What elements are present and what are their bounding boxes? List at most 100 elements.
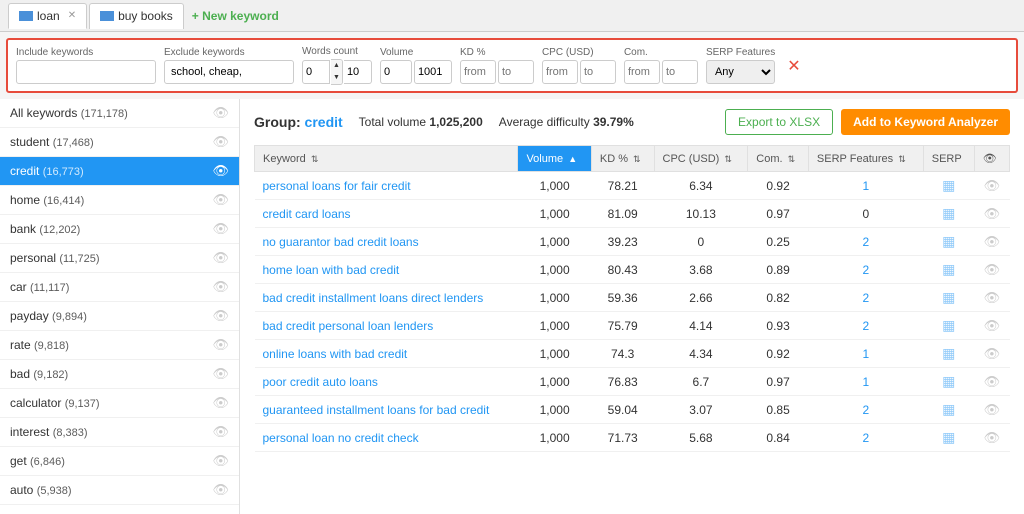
eye-icon[interactable]: 👁: [212, 279, 229, 295]
spinner-up[interactable]: ▲: [331, 60, 342, 72]
sidebar-item-auto[interactable]: auto (5,938) 👁: [0, 476, 239, 505]
serp-feature-count[interactable]: 2: [862, 291, 869, 305]
keyword-link[interactable]: poor credit auto loans: [263, 375, 378, 389]
export-button[interactable]: Export to XLSX: [725, 109, 833, 135]
eye-icon[interactable]: 👁: [212, 192, 229, 208]
col-volume[interactable]: Volume ▲: [518, 146, 591, 172]
cell-volume: 1,000: [518, 424, 591, 452]
row-eye-icon[interactable]: 👁: [984, 178, 1001, 193]
com-label: Com.: [624, 47, 698, 58]
kd-to[interactable]: [498, 60, 534, 84]
cell-serp-features: 2: [808, 256, 923, 284]
eye-icon[interactable]: 👁: [212, 105, 229, 121]
serp-page-icon[interactable]: ▦: [942, 233, 955, 249]
keyword-link[interactable]: no guarantor bad credit loans: [263, 235, 419, 249]
words-count-from[interactable]: [302, 60, 330, 84]
com-to[interactable]: [662, 60, 698, 84]
serp-page-icon[interactable]: ▦: [942, 205, 955, 221]
row-eye-icon[interactable]: 👁: [984, 402, 1001, 417]
eye-icon[interactable]: 👁: [212, 366, 229, 382]
serp-feature-count[interactable]: 2: [862, 431, 869, 445]
sidebar-item-All-keywords[interactable]: All keywords (171,178) 👁: [0, 99, 239, 128]
serp-page-icon[interactable]: ▦: [942, 373, 955, 389]
serp-page-icon[interactable]: ▦: [942, 429, 955, 445]
row-eye-icon[interactable]: 👁: [984, 206, 1001, 221]
keyword-link[interactable]: credit card loans: [263, 207, 351, 221]
filter-close-button[interactable]: ✕: [787, 56, 800, 76]
sidebar-item-home[interactable]: home (16,414) 👁: [0, 186, 239, 215]
serp-page-icon[interactable]: ▦: [942, 177, 955, 193]
volume-to[interactable]: [414, 60, 452, 84]
exclude-keywords-input[interactable]: [164, 60, 294, 84]
col-keyword[interactable]: Keyword ⇅: [255, 146, 518, 172]
serp-feature-count[interactable]: 2: [862, 319, 869, 333]
keyword-link[interactable]: home loan with bad credit: [263, 263, 400, 277]
eye-icon[interactable]: 👁: [212, 308, 229, 324]
serp-page-icon[interactable]: ▦: [942, 345, 955, 361]
row-eye-icon[interactable]: 👁: [984, 346, 1001, 361]
eye-icon[interactable]: 👁: [212, 221, 229, 237]
tab-close-icon[interactable]: ✕: [68, 10, 76, 21]
sidebar-item-student[interactable]: student (17,468) 👁: [0, 128, 239, 157]
avg-difficulty-stat: Average difficulty 39.79%: [499, 115, 634, 129]
col-serp-features[interactable]: SERP Features ⇅: [808, 146, 923, 172]
cpc-from[interactable]: [542, 60, 578, 84]
serp-page-icon[interactable]: ▦: [942, 317, 955, 333]
keyword-link[interactable]: bad credit installment loans direct lend…: [263, 291, 484, 305]
sidebar-item-bank[interactable]: bank (12,202) 👁: [0, 215, 239, 244]
col-serp[interactable]: SERP: [923, 146, 974, 172]
serp-select[interactable]: Any: [706, 60, 775, 84]
serp-page-icon[interactable]: ▦: [942, 401, 955, 417]
com-from[interactable]: [624, 60, 660, 84]
serp-page-icon[interactable]: ▦: [942, 261, 955, 277]
sidebar-item-calculator[interactable]: calculator (9,137) 👁: [0, 389, 239, 418]
serp-page-icon[interactable]: ▦: [942, 289, 955, 305]
eye-icon[interactable]: 👁: [212, 482, 229, 498]
sidebar-item-payday[interactable]: payday (9,894) 👁: [0, 302, 239, 331]
keyword-link[interactable]: guaranteed installment loans for bad cre…: [263, 403, 490, 417]
include-keywords-input[interactable]: [16, 60, 156, 84]
cpc-to[interactable]: [580, 60, 616, 84]
sidebar-item-car[interactable]: car (11,117) 👁: [0, 273, 239, 302]
keyword-link[interactable]: personal loans for fair credit: [263, 179, 411, 193]
eye-icon[interactable]: 👁: [212, 250, 229, 266]
eye-icon[interactable]: 👁: [212, 453, 229, 469]
col-cpc[interactable]: CPC (USD) ⇅: [654, 146, 748, 172]
eye-icon[interactable]: 👁: [212, 163, 229, 179]
eye-icon[interactable]: 👁: [212, 134, 229, 150]
row-eye-icon[interactable]: 👁: [984, 234, 1001, 249]
eye-icon[interactable]: 👁: [212, 395, 229, 411]
spinner-down[interactable]: ▼: [331, 72, 342, 84]
row-eye-icon[interactable]: 👁: [984, 262, 1001, 277]
col-com[interactable]: Com. ⇅: [748, 146, 809, 172]
eye-icon[interactable]: 👁: [212, 337, 229, 353]
row-eye-icon[interactable]: 👁: [984, 430, 1001, 445]
serp-feature-count[interactable]: 1: [862, 179, 869, 193]
eye-icon[interactable]: 👁: [212, 424, 229, 440]
sidebar-item-credit[interactable]: credit (16,773) 👁: [0, 157, 239, 186]
words-count-to[interactable]: [344, 60, 372, 84]
sidebar-item-personal[interactable]: personal (11,725) 👁: [0, 244, 239, 273]
tab-buy-books[interactable]: buy books: [89, 3, 184, 29]
serp-feature-count[interactable]: 2: [862, 235, 869, 249]
row-eye-icon[interactable]: 👁: [984, 290, 1001, 305]
add-keyword-analyzer-button[interactable]: Add to Keyword Analyzer: [841, 109, 1010, 135]
serp-feature-count[interactable]: 1: [862, 375, 869, 389]
volume-from[interactable]: [380, 60, 412, 84]
keyword-link[interactable]: personal loan no credit check: [263, 431, 419, 445]
keyword-link[interactable]: bad credit personal loan lenders: [263, 319, 434, 333]
kd-from[interactable]: [460, 60, 496, 84]
sidebar-item-bad[interactable]: bad (9,182) 👁: [0, 360, 239, 389]
row-eye-icon[interactable]: 👁: [984, 374, 1001, 389]
col-kd[interactable]: KD % ⇅: [591, 146, 654, 172]
new-keyword-button[interactable]: + New keyword: [192, 9, 279, 23]
serp-feature-count[interactable]: 2: [862, 263, 869, 277]
sidebar-item-get[interactable]: get (6,846) 👁: [0, 447, 239, 476]
row-eye-icon[interactable]: 👁: [984, 318, 1001, 333]
serp-feature-count[interactable]: 2: [862, 403, 869, 417]
serp-feature-count[interactable]: 1: [862, 347, 869, 361]
sidebar-item-rate[interactable]: rate (9,818) 👁: [0, 331, 239, 360]
sidebar-item-interest[interactable]: interest (8,383) 👁: [0, 418, 239, 447]
tab-loan[interactable]: loan ✕: [8, 3, 87, 29]
keyword-link[interactable]: online loans with bad credit: [263, 347, 408, 361]
